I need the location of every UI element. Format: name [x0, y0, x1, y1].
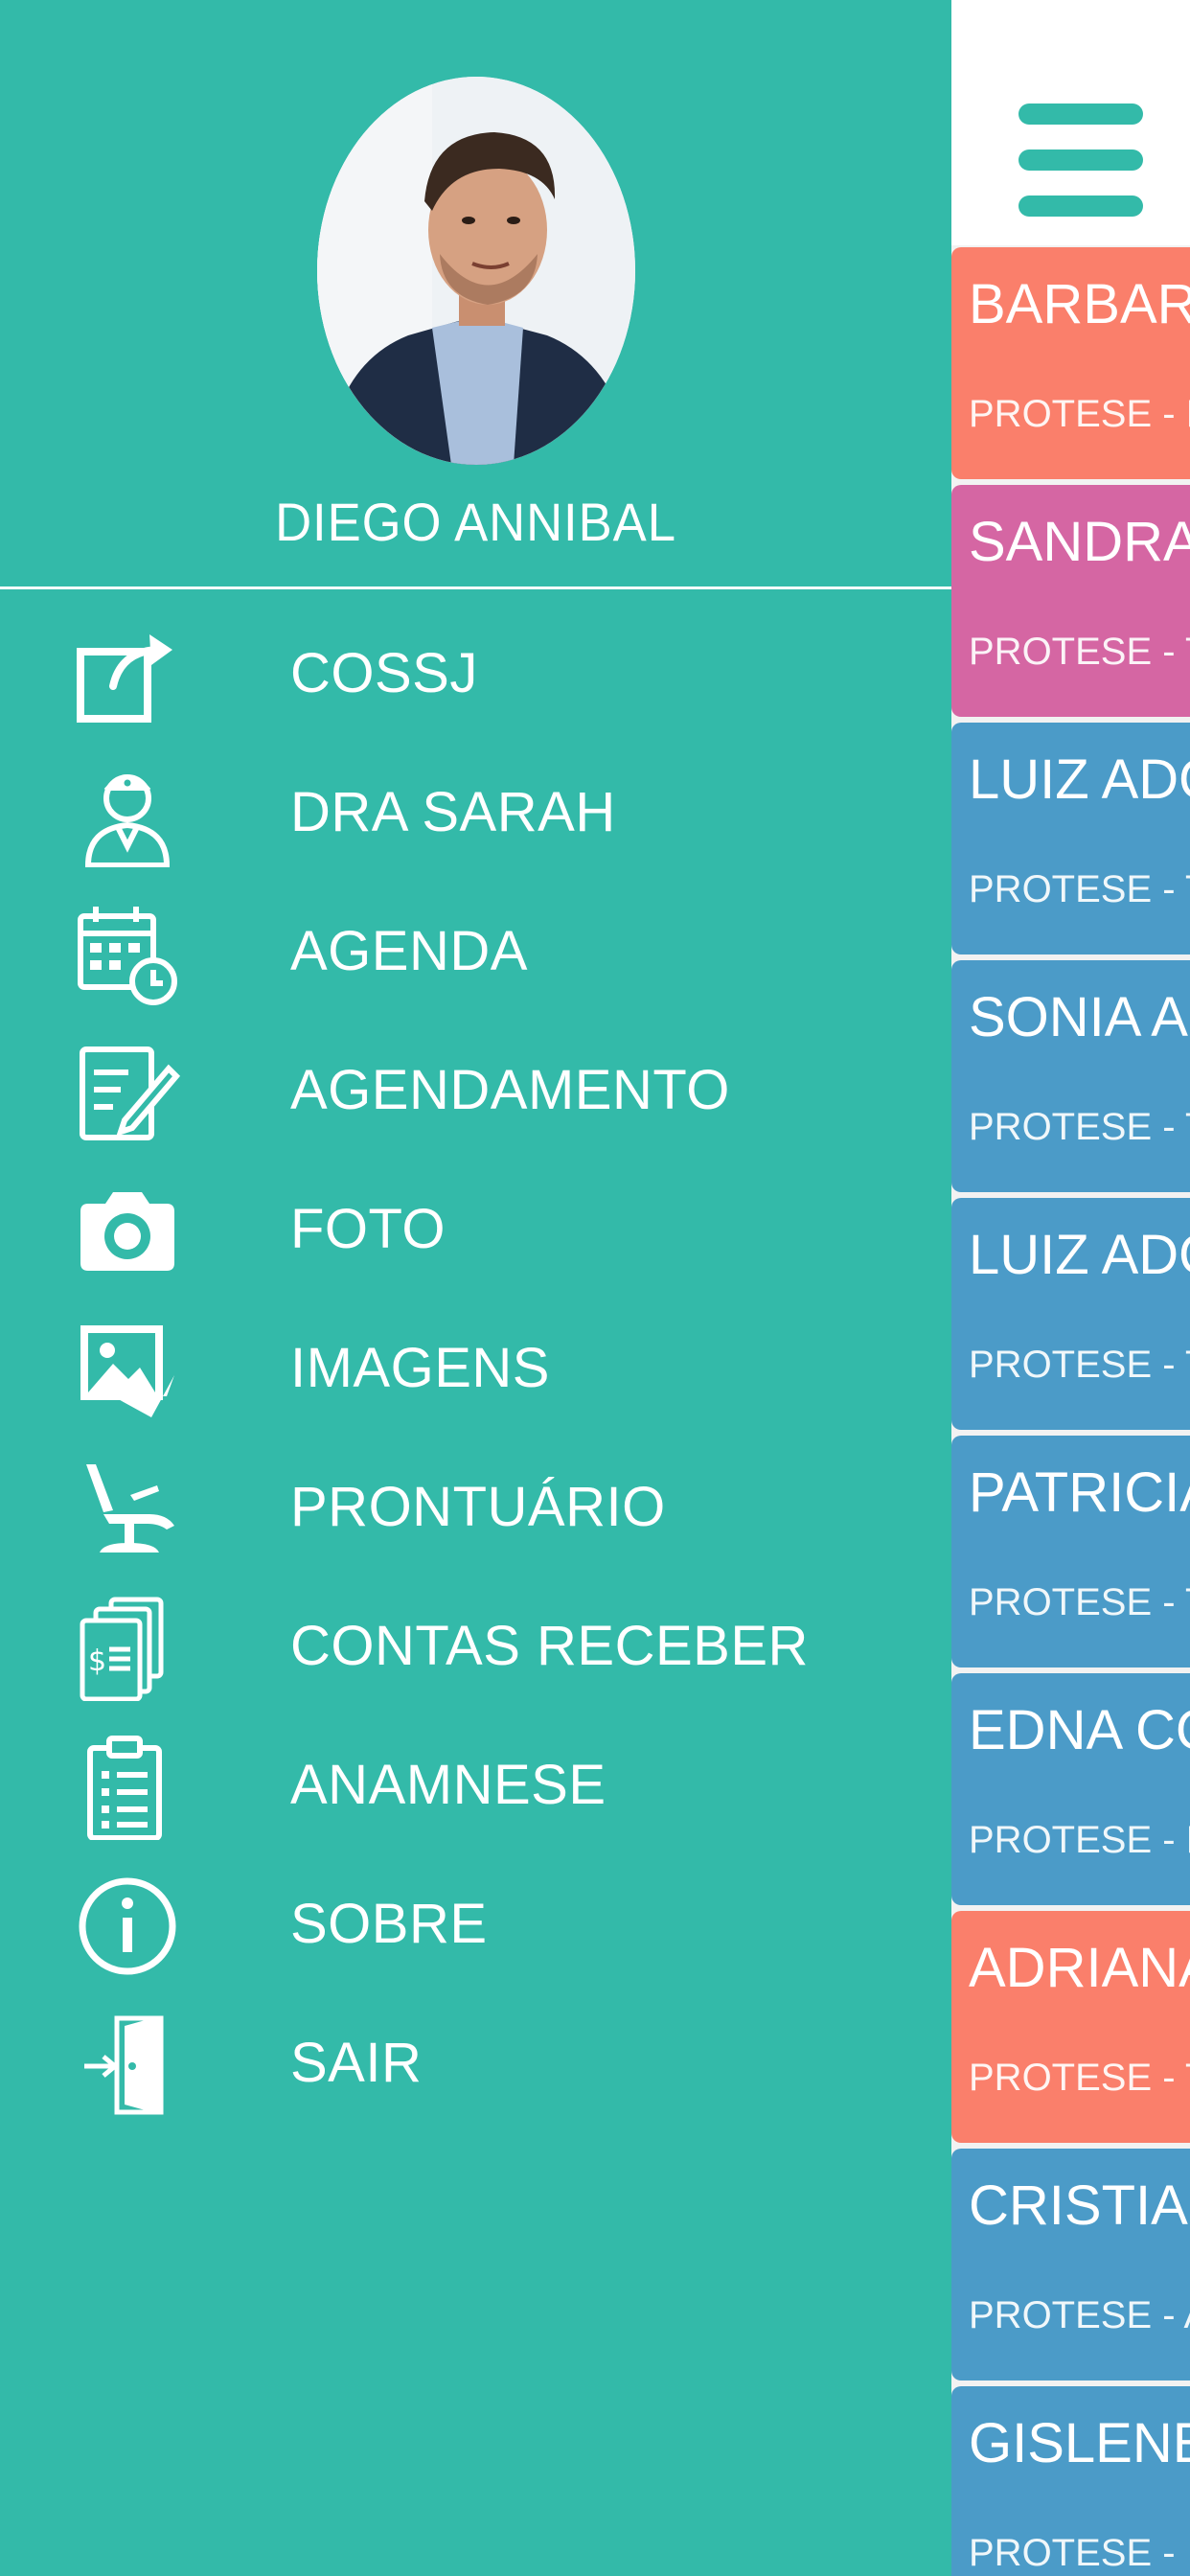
patient-card[interactable]: BARBARA PROTESE - F	[951, 247, 1190, 479]
avatar[interactable]	[317, 77, 635, 465]
app-header	[951, 0, 1190, 245]
user-name: DIEGO ANNIBAL	[275, 492, 676, 552]
patient-procedure: PROTESE - F	[969, 1819, 1190, 1861]
patient-name: BARBARA	[969, 273, 1190, 335]
menu-item-prontuario[interactable]: PRONTUÁRIO	[0, 1438, 951, 1576]
navigation-drawer: DIEGO ANNIBAL COSSJ DRA SARAH AGENDA AGE…	[0, 0, 951, 2576]
patient-card[interactable]: CRISTIAN PROTESE - A	[951, 2149, 1190, 2380]
patient-procedure: PROTESE - T	[969, 631, 1190, 673]
menu-label: SAIR	[290, 2032, 423, 2094]
menu-item-sair[interactable]: SAIR	[0, 1993, 951, 2132]
menu-item-sobre[interactable]: SOBRE	[0, 1854, 951, 1993]
patient-procedure: PROTESE - T	[969, 868, 1190, 910]
patient-card[interactable]: ADRIANA PROTESE - T	[951, 1911, 1190, 2143]
clipboard-list-icon	[75, 1735, 180, 1840]
profile-photo	[317, 77, 635, 465]
share-icon	[75, 623, 180, 728]
calendar-clock-icon	[75, 901, 180, 1006]
exit-door-icon	[75, 2012, 180, 2118]
menu-item-foto[interactable]: FOTO	[0, 1160, 951, 1299]
doctor-icon	[75, 762, 180, 867]
patient-name: LUIZ ADO	[969, 748, 1190, 811]
menu-item-imagens[interactable]: IMAGENS	[0, 1299, 951, 1438]
invoice-icon: $	[75, 1596, 180, 1701]
patient-name: SANDRA	[969, 511, 1190, 573]
patient-name: PATRICIA	[969, 1461, 1190, 1524]
patient-procedure: PROTESE - F	[969, 393, 1190, 435]
divider	[0, 586, 951, 589]
patient-name: SONIA AP	[969, 986, 1190, 1048]
patient-name: CRISTIAN	[969, 2174, 1190, 2237]
patient-card[interactable]: SONIA AP PROTESE - T	[951, 960, 1190, 1192]
menu-label: DRA SARAH	[290, 781, 616, 843]
patient-card[interactable]: LUIZ ADO PROTESE - T	[951, 723, 1190, 954]
menu-label: COSSJ	[290, 642, 478, 704]
menu-item-anamnese[interactable]: ANAMNESE	[0, 1715, 951, 1854]
patient-card[interactable]: GISLENE PROTESE -	[951, 2386, 1190, 2576]
patient-card[interactable]: LUIZ ADO PROTESE - T	[951, 1198, 1190, 1430]
menu-item-agendamento[interactable]: AGENDAMENTO	[0, 1021, 951, 1160]
patient-procedure: PROTESE - T	[969, 2057, 1190, 2099]
menu-item-contas-receber[interactable]: $ CONTAS RECEBER	[0, 1576, 951, 1715]
patient-list-panel: BARBARAPROTESE - FSANDRAPROTESE - TLUIZ …	[951, 0, 1190, 2576]
patient-procedure: PROTESE - T	[969, 1581, 1190, 1623]
patient-procedure: PROTESE -	[969, 2532, 1176, 2574]
patient-name: EDNA CO	[969, 1699, 1190, 1761]
patient-procedure: PROTESE - T	[969, 1344, 1190, 1386]
menu-label: SOBRE	[290, 1893, 488, 1955]
patient-name: LUIZ ADO	[969, 1224, 1190, 1286]
patient-name: ADRIANA	[969, 1937, 1190, 1999]
patient-card[interactable]: SANDRA PROTESE - T	[951, 485, 1190, 717]
hamburger-icon[interactable]	[1018, 104, 1143, 217]
patient-procedure: PROTESE - A	[969, 2294, 1190, 2336]
menu-label: ANAMNESE	[290, 1754, 606, 1816]
dental-chair-icon	[75, 1457, 180, 1562]
menu-item-cossj[interactable]: COSSJ	[0, 604, 951, 743]
drawer-menu: COSSJ DRA SARAH AGENDA AGENDAMENTO FOTO …	[0, 604, 951, 2132]
menu-label: FOTO	[290, 1198, 446, 1260]
edit-document-icon	[75, 1040, 180, 1145]
menu-label: IMAGENS	[290, 1337, 550, 1399]
patient-card[interactable]: PATRICIA PROTESE - T	[951, 1436, 1190, 1668]
menu-label: CONTAS RECEBER	[290, 1615, 809, 1677]
svg-text:$: $	[88, 1644, 106, 1678]
patient-name: GISLENE	[969, 2412, 1190, 2474]
patient-procedure: PROTESE - T	[969, 1106, 1190, 1148]
menu-item-agenda[interactable]: AGENDA	[0, 882, 951, 1021]
menu-item-dra-sarah[interactable]: DRA SARAH	[0, 743, 951, 882]
info-icon	[75, 1874, 180, 1979]
patient-list: BARBARAPROTESE - FSANDRAPROTESE - TLUIZ …	[951, 247, 1190, 2576]
camera-icon	[75, 1179, 180, 1284]
patient-card[interactable]: EDNA CO PROTESE - F	[951, 1673, 1190, 1905]
menu-label: PRONTUÁRIO	[290, 1476, 666, 1538]
menu-label: AGENDAMENTO	[290, 1059, 730, 1121]
menu-label: AGENDA	[290, 920, 528, 982]
images-icon	[75, 1318, 180, 1423]
